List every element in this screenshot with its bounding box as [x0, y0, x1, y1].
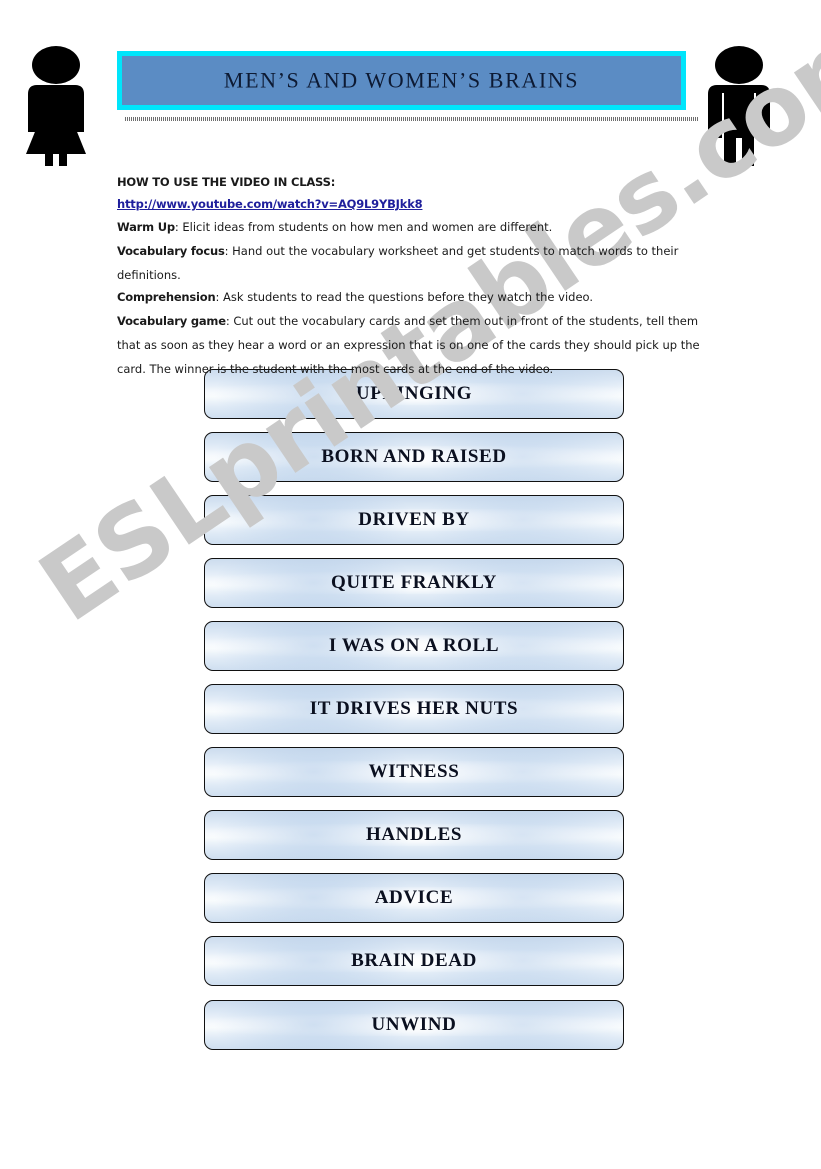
vocabulary-card[interactable]: DRIVEN BY — [204, 495, 624, 545]
vocabulary-card-label: IT DRIVES HER NUTS — [309, 698, 519, 719]
instruction-item-vocabulary-focus: Vocabulary focus: Hand out the vocabular… — [117, 239, 717, 287]
vocabulary-card[interactable]: BORN AND RAISED — [204, 432, 624, 482]
youtube-video-link[interactable]: http://www.youtube.com/watch?v=AQ9L9YBJk… — [117, 194, 423, 215]
vocabulary-card[interactable]: UNWIND — [204, 1000, 624, 1050]
vocabulary-card-label: UPRINGING — [355, 383, 473, 404]
worksheet-page: MEN’S AND WOMEN’S BRAINS HOW TO USE THE … — [0, 0, 821, 1169]
instruction-text: Elicit ideas from students on how men an… — [178, 220, 553, 234]
vocabulary-card-label: BORN AND RAISED — [321, 446, 507, 467]
instruction-label: Vocabulary focus — [117, 244, 225, 258]
instructions-heading: HOW TO USE THE VIDEO IN CLASS: — [117, 175, 336, 189]
vocabulary-card-label: I WAS ON A ROLL — [328, 635, 500, 656]
instructions-block: HOW TO USE THE VIDEO IN CLASS: http://ww… — [117, 172, 717, 381]
vocabulary-card-label: DRIVEN BY — [358, 509, 470, 530]
vocabulary-card-label: QUITE FRANKLY — [331, 572, 497, 593]
instruction-label: Warm Up — [117, 220, 175, 234]
instruction-item-warm-up: Warm Up: Elicit ideas from students on h… — [117, 217, 717, 238]
vocabulary-card-label: WITNESS — [368, 761, 460, 782]
vocabulary-card[interactable]: BRAIN DEAD — [204, 936, 624, 986]
instruction-text: Ask students to read the questions befor… — [219, 290, 594, 304]
page-title: MEN’S AND WOMEN’S BRAINS — [223, 66, 580, 92]
vocabulary-card[interactable]: ADVICE — [204, 873, 624, 923]
vocabulary-card[interactable]: WITNESS — [204, 747, 624, 797]
vocabulary-card[interactable]: QUITE FRANKLY — [204, 558, 624, 608]
vocabulary-card[interactable]: HANDLES — [204, 810, 624, 860]
vocabulary-card[interactable]: IT DRIVES HER NUTS — [204, 684, 624, 734]
title-banner: MEN’S AND WOMEN’S BRAINS — [117, 51, 698, 121]
vocabulary-card-label: UNWIND — [371, 1014, 457, 1035]
vocabulary-card[interactable]: I WAS ON A ROLL — [204, 621, 624, 671]
instruction-label: Comprehension — [117, 290, 216, 304]
instruction-item-vocabulary-game: Vocabulary game: Cut out the vocabulary … — [117, 309, 717, 381]
male-pictogram-icon — [700, 44, 778, 171]
vocabulary-card-label: BRAIN DEAD — [351, 950, 477, 971]
vocabulary-card-label: HANDLES — [365, 824, 463, 845]
female-pictogram-icon — [18, 44, 94, 171]
vocabulary-card-list: UPRINGING BORN AND RAISED DRIVEN BY QUIT… — [204, 369, 624, 1063]
instruction-label: Vocabulary game — [117, 314, 226, 328]
instruction-item-comprehension: Comprehension: Ask students to read the … — [117, 287, 717, 308]
vocabulary-card-label: ADVICE — [374, 887, 454, 908]
